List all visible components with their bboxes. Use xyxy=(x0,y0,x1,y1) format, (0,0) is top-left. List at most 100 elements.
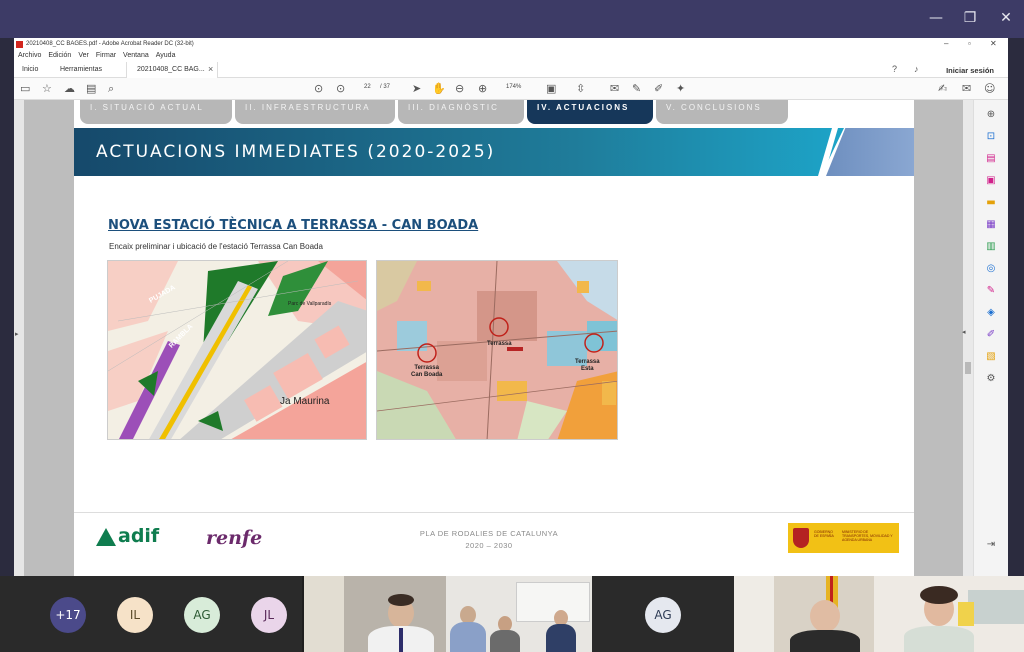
participant-avatar-ag-2[interactable]: AG xyxy=(645,597,681,633)
menu-item-ventana[interactable]: Ventana xyxy=(123,52,149,62)
adif-logo: adif xyxy=(118,525,160,547)
tab-close-icon[interactable]: × xyxy=(208,64,213,74)
pdf-page: I. SITUACIÓ ACTUAL II. INFRAESTRUCTURA I… xyxy=(74,100,914,576)
select-cursor-icon[interactable]: ➤ xyxy=(412,82,421,96)
video-tile-4[interactable] xyxy=(874,576,1024,652)
more-tools-icon[interactable]: ⚙ xyxy=(984,372,998,386)
fit-page-icon[interactable]: ▣ xyxy=(546,82,556,96)
organize-pages-icon[interactable]: ▥ xyxy=(984,240,998,254)
vertical-scrollbar[interactable] xyxy=(963,100,973,576)
export-pdf-icon[interactable]: ⊡ xyxy=(984,130,998,144)
video-tile-3[interactable] xyxy=(734,576,874,652)
scroll-mode-icon[interactable]: ⇳ xyxy=(576,82,585,96)
next-page-icon[interactable]: ⊙ xyxy=(336,82,345,96)
tab-home[interactable]: Inicio xyxy=(22,62,38,78)
left-nav-toggle[interactable]: ▸ xyxy=(14,100,24,576)
stamp-icon[interactable]: ✦ xyxy=(676,82,685,96)
send-signature-icon[interactable]: ✐ xyxy=(984,328,998,342)
gov-right-text: MINISTERIO DE TRANSPORTES, MOVILIDAD Y A… xyxy=(842,530,893,542)
zoom-tool-icon[interactable]: ⊕ xyxy=(984,108,998,122)
document-viewport[interactable]: ▸ I. SITUACIÓ ACTUAL II. INFRAESTRUCTURA… xyxy=(14,100,1008,576)
menu-bar: Archivo Edición Ver Firmar Ventana Ayuda xyxy=(14,50,1008,62)
fill-sign-icon[interactable]: ✍ xyxy=(938,82,947,96)
upload-icon[interactable]: ☁ xyxy=(64,82,75,96)
collapse-panel-icon[interactable]: ◂ xyxy=(962,328,966,336)
renfe-logo: renfe xyxy=(206,527,263,549)
acrobat-close-icon[interactable]: ✕ xyxy=(990,39,997,48)
share-user-icon[interactable]: ☺ xyxy=(984,82,995,96)
coat-of-arms-icon xyxy=(793,528,809,548)
video-tile-1[interactable] xyxy=(304,576,446,652)
section-tab-3: III. DIAGNÒSTIC xyxy=(398,100,524,124)
draw-icon[interactable]: ✐ xyxy=(654,82,663,96)
banner-title: ACTUACIONS IMMEDIATES (2020-2025) xyxy=(96,142,496,162)
acrobat-minimize-icon[interactable]: – xyxy=(944,39,948,48)
hand-tool-icon[interactable]: ✋ xyxy=(432,82,446,96)
protect-icon[interactable]: ◈ xyxy=(984,306,998,320)
map2-est-label: Terrassa Esta xyxy=(575,359,600,372)
right-tools-panel: ◂ ⊕ ⊡ ▤ ▣ ▬ ▦ ▥ ◎ ✎ ◈ ✐ ▧ ⚙ ⇥ xyxy=(962,100,1008,576)
video-tile-2[interactable] xyxy=(446,576,592,652)
highlight-icon[interactable]: ✎ xyxy=(632,82,641,96)
stamp-tool-icon[interactable]: ▧ xyxy=(984,350,998,364)
menu-item-firmar[interactable]: Firmar xyxy=(96,52,116,62)
participant-avatar-jl[interactable]: JL xyxy=(251,597,287,633)
expand-panel-icon[interactable]: ⇥ xyxy=(984,538,998,552)
menu-item-ver[interactable]: Ver xyxy=(78,52,89,62)
close-icon[interactable]: ✕ xyxy=(998,10,1014,26)
menu-item-archivo[interactable]: Archivo xyxy=(18,52,41,62)
tab-document[interactable]: 20210408_CC BAG... xyxy=(126,62,218,78)
mail-icon[interactable]: ✉ xyxy=(962,82,971,96)
search-icon[interactable]: ⌕ xyxy=(108,82,114,96)
participant-avatar-il[interactable]: IL xyxy=(117,597,153,633)
page-total: / 37 xyxy=(380,84,391,90)
map2-can-boada-label: Terrassa Can Boada xyxy=(411,365,443,378)
edit-pdf-icon[interactable]: ▣ xyxy=(984,174,998,188)
zoom-select[interactable]: 174% xyxy=(506,84,521,90)
site-plan-map: Ja Maurina PUJADA RAMBLA Parc de Vallpar… xyxy=(107,260,367,440)
menu-item-ayuda[interactable]: Ayuda xyxy=(156,52,176,62)
participant-avatar-ag[interactable]: AG xyxy=(184,597,220,633)
section-tab-2: II. INFRAESTRUCTURA xyxy=(235,100,395,124)
restore-icon[interactable]: ❐ xyxy=(962,10,978,26)
section-tab-5: V. CONCLUSIONS xyxy=(656,100,788,124)
title-banner: ACTUACIONS IMMEDIATES (2020-2025) xyxy=(74,128,914,176)
print-icon[interactable]: ▤ xyxy=(86,82,96,96)
map1-park-label: Parc de Vallparadís xyxy=(288,301,332,307)
acrobat-restore-icon[interactable]: ▫ xyxy=(968,39,971,48)
minimize-icon[interactable]: — xyxy=(928,10,944,26)
zoom-out-icon[interactable]: ⊖ xyxy=(455,82,464,96)
zoom-in-icon[interactable]: ⊕ xyxy=(478,82,487,96)
comment-icon[interactable]: ✉ xyxy=(610,82,619,96)
acrobat-title: 20210408_CC BAGES.pdf - Adobe Acrobat Re… xyxy=(26,41,194,47)
tab-tools[interactable]: Herramientas xyxy=(60,62,102,78)
section-title: NOVA ESTACIÓ TÈCNICA A TERRASSA - CAN BO… xyxy=(108,218,479,233)
gov-left-text: GOBIERNO DE ESPAÑA xyxy=(814,530,834,538)
combine-files-icon[interactable]: ▦ xyxy=(984,218,998,232)
page-number-input[interactable]: 22 xyxy=(364,84,371,90)
menu-item-edicion[interactable]: Edición xyxy=(48,52,71,62)
create-pdf-icon[interactable]: ▤ xyxy=(984,152,998,166)
footer-plan-years: 2020 – 2030 xyxy=(465,541,513,550)
footer-divider xyxy=(74,512,914,513)
prev-page-icon[interactable]: ⊙ xyxy=(314,82,323,96)
more-participants-button[interactable]: +17 xyxy=(50,597,86,633)
fill-sign-tool-icon[interactable]: ✎ xyxy=(984,284,998,298)
help-icon[interactable]: ? xyxy=(892,64,897,74)
signin-link[interactable]: Iniciar sesión xyxy=(946,66,994,75)
footer-plan-title: PLA DE RODALIES DE CATALUNYA xyxy=(419,529,559,538)
pdf-icon xyxy=(16,41,23,48)
bell-icon[interactable]: ♪ xyxy=(914,64,919,74)
comment-tool-icon[interactable]: ▬ xyxy=(984,196,998,210)
bookmark-star-icon[interactable]: ☆ xyxy=(42,82,52,96)
government-logo: GOBIERNO DE ESPAÑA MINISTERIO DE TRANSPO… xyxy=(788,523,899,553)
map2-terrassa-label: Terrassa xyxy=(487,341,512,347)
scan-ocr-icon[interactable]: ◎ xyxy=(984,262,998,276)
map1-place-label: Ja Maurina xyxy=(280,396,330,407)
section-tabs: I. SITUACIÓ ACTUAL II. INFRAESTRUCTURA I… xyxy=(80,100,788,124)
save-icon[interactable]: ▭ xyxy=(20,82,30,96)
left-frame xyxy=(0,38,14,576)
section-tab-1: I. SITUACIÓ ACTUAL xyxy=(80,100,232,124)
acrobat-titlebar: 20210408_CC BAGES.pdf - Adobe Acrobat Re… xyxy=(14,38,1008,50)
acrobat-window: 20210408_CC BAGES.pdf - Adobe Acrobat Re… xyxy=(14,38,1008,576)
